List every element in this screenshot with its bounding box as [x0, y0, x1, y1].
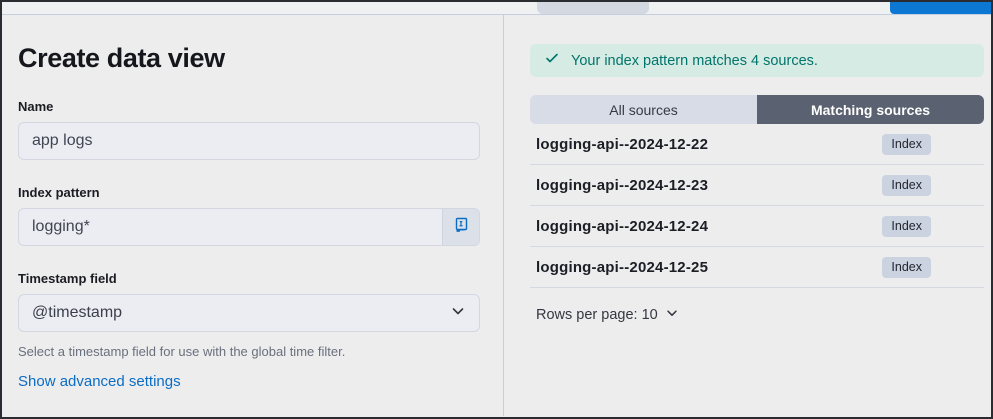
docs-book-icon [453, 217, 469, 238]
name-input[interactable] [18, 122, 480, 160]
source-name: logging-api--2024-12-25 [536, 258, 709, 276]
timestamp-selected-value: @timestamp [32, 304, 123, 321]
index-badge: Index [882, 256, 931, 278]
page-title: Create data view [18, 43, 225, 73]
chevron-down-icon [450, 303, 466, 324]
index-badge: Index [882, 174, 931, 196]
chevron-down-icon [665, 306, 679, 324]
timestamp-field-group: Timestamp field @timestamp Select a time… [18, 271, 480, 361]
partial-gray-button[interactable] [537, 2, 649, 14]
index-badge: Index [882, 133, 931, 155]
name-label: Name [18, 99, 54, 114]
table-row: logging-api--2024-12-25 Index [530, 247, 984, 288]
table-row: logging-api--2024-12-23 Index [530, 165, 984, 206]
sources-preview-panel: Your index pattern matches 4 sources. Al… [504, 15, 991, 416]
tab-matching-sources[interactable]: Matching sources [757, 95, 984, 124]
tab-all-sources[interactable]: All sources [530, 95, 757, 124]
index-pattern-label: Index pattern [18, 185, 100, 200]
source-name: logging-api--2024-12-22 [536, 135, 709, 153]
sources-tab-group: All sources Matching sources [530, 95, 984, 124]
table-row: logging-api--2024-12-22 Index [530, 124, 984, 165]
rows-per-page-button[interactable]: Rows per page: 10 [536, 306, 679, 324]
index-pattern-docs-button[interactable] [442, 209, 479, 245]
timestamp-label: Timestamp field [18, 271, 117, 286]
table-row: logging-api--2024-12-24 Index [530, 206, 984, 247]
partial-blue-button[interactable] [890, 2, 991, 14]
check-icon [544, 50, 560, 71]
index-pattern-field-group: Index pattern [18, 185, 480, 246]
form-panel: Create data view Name Index pattern [2, 15, 504, 416]
create-data-view-flyout: Create data view Name Index pattern [0, 0, 993, 419]
rows-per-page-label: Rows per page: 10 [536, 307, 658, 323]
index-badge: Index [882, 215, 931, 237]
index-pattern-input[interactable] [19, 209, 442, 245]
name-field-group: Name [18, 99, 480, 160]
source-name: logging-api--2024-12-24 [536, 217, 709, 235]
source-name: logging-api--2024-12-23 [536, 176, 709, 194]
show-advanced-settings-link[interactable]: Show advanced settings [18, 373, 181, 390]
success-callout: Your index pattern matches 4 sources. [530, 44, 984, 77]
timestamp-help-text: Select a timestamp field for use with th… [18, 344, 346, 359]
sources-list: logging-api--2024-12-22 Index logging-ap… [530, 124, 984, 288]
timestamp-select[interactable]: @timestamp [18, 294, 480, 332]
callout-text: Your index pattern matches 4 sources. [571, 52, 818, 69]
top-cropped-bar [2, 2, 991, 15]
